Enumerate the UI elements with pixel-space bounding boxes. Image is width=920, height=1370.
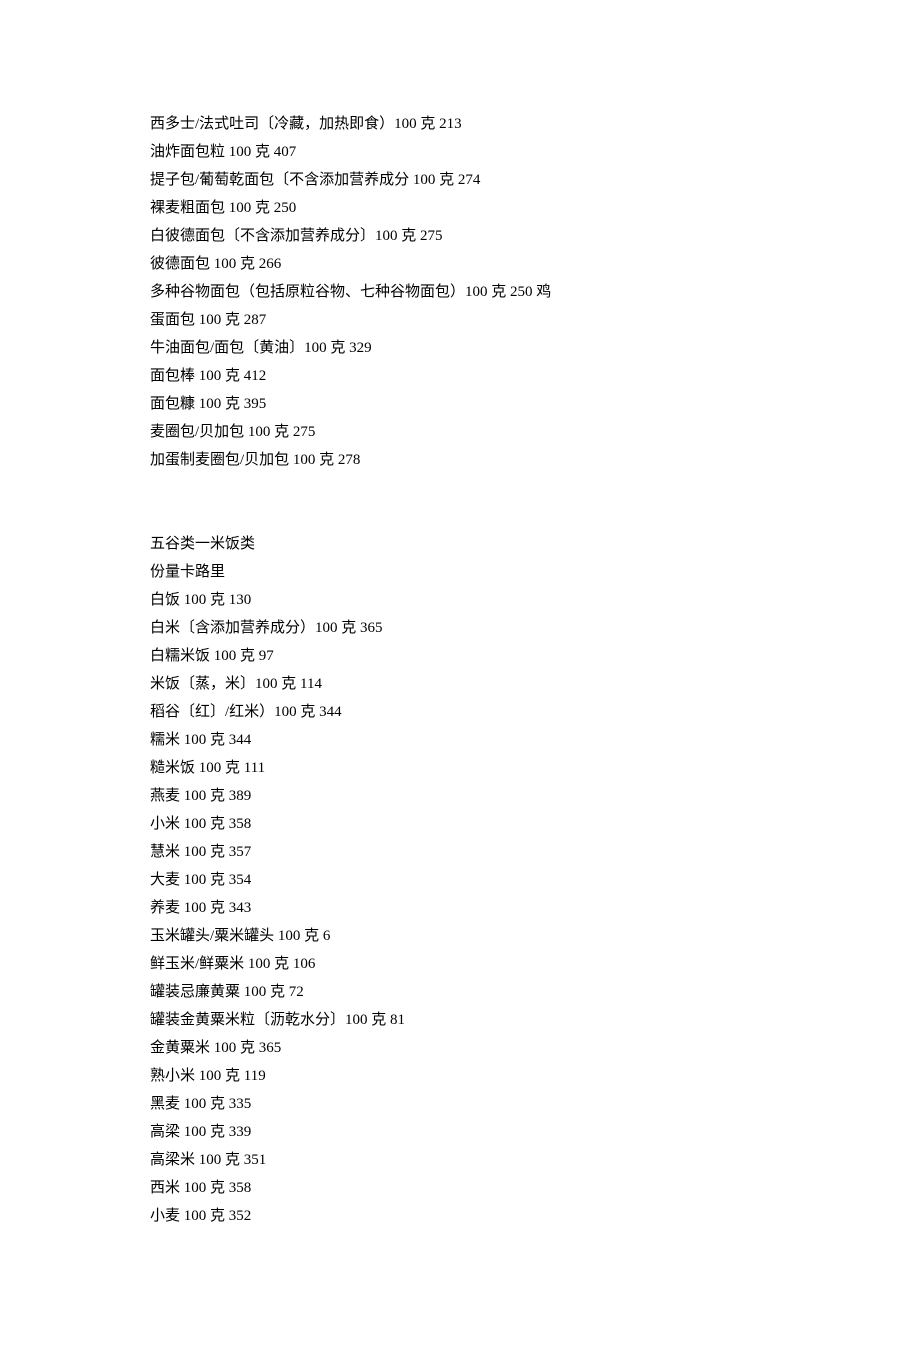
blank-line	[150, 474, 770, 502]
food-entry: 燕麦 100 克 389	[150, 782, 770, 810]
food-entry: 白饭 100 克 130	[150, 586, 770, 614]
food-entry: 稻谷〔红〕/红米）100 克 344	[150, 698, 770, 726]
section-bread-continued: 西多士/法式吐司〔冷藏，加热即食）100 克 213 油炸面包粒 100 克 4…	[150, 110, 770, 474]
food-entry: 金黄粟米 100 克 365	[150, 1034, 770, 1062]
food-entry: 白米〔含添加营养成分）100 克 365	[150, 614, 770, 642]
food-entry: 慧米 100 克 357	[150, 838, 770, 866]
food-entry: 糯米 100 克 344	[150, 726, 770, 754]
section-heading: 五谷类一米饭类	[150, 530, 770, 558]
food-entry: 面包糠 100 克 395	[150, 390, 770, 418]
food-entry: 熟小米 100 克 119	[150, 1062, 770, 1090]
food-entry: 高梁米 100 克 351	[150, 1146, 770, 1174]
food-entry: 小麦 100 克 352	[150, 1202, 770, 1230]
blank-line	[150, 502, 770, 530]
food-entry: 白彼德面包〔不含添加营养成分〕100 克 275	[150, 222, 770, 250]
food-entry: 面包棒 100 克 412	[150, 362, 770, 390]
food-entry: 罐装金黄粟米粒〔沥乾水分〕100 克 81	[150, 1006, 770, 1034]
food-entry: 蛋面包 100 克 287	[150, 306, 770, 334]
food-entry: 糙米饭 100 克 111	[150, 754, 770, 782]
document-body: 西多士/法式吐司〔冷藏，加热即食）100 克 213 油炸面包粒 100 克 4…	[150, 110, 770, 1230]
food-entry: 多种谷物面包（包括原粒谷物、七种谷物面包）100 克 250 鸡	[150, 278, 770, 306]
column-header: 份量卡路里	[150, 558, 770, 586]
food-entry: 高梁 100 克 339	[150, 1118, 770, 1146]
food-entry: 麦圈包/贝加包 100 克 275	[150, 418, 770, 446]
food-entry: 白糯米饭 100 克 97	[150, 642, 770, 670]
food-entry: 大麦 100 克 354	[150, 866, 770, 894]
food-entry: 裸麦粗面包 100 克 250	[150, 194, 770, 222]
food-entry: 小米 100 克 358	[150, 810, 770, 838]
food-entry: 加蛋制麦圈包/贝加包 100 克 278	[150, 446, 770, 474]
food-entry: 养麦 100 克 343	[150, 894, 770, 922]
food-entry: 米饭〔蒸，米〕100 克 114	[150, 670, 770, 698]
food-entry: 鲜玉米/鲜粟米 100 克 106	[150, 950, 770, 978]
food-entry: 罐装忌廉黄粟 100 克 72	[150, 978, 770, 1006]
food-entry: 牛油面包/面包〔黄油〕100 克 329	[150, 334, 770, 362]
food-entry: 西米 100 克 358	[150, 1174, 770, 1202]
food-entry: 油炸面包粒 100 克 407	[150, 138, 770, 166]
section-rice: 五谷类一米饭类 份量卡路里 白饭 100 克 130 白米〔含添加营养成分）10…	[150, 530, 770, 1230]
food-entry: 西多士/法式吐司〔冷藏，加热即食）100 克 213	[150, 110, 770, 138]
food-entry: 彼德面包 100 克 266	[150, 250, 770, 278]
food-entry: 玉米罐头/粟米罐头 100 克 6	[150, 922, 770, 950]
food-entry: 提子包/葡萄乾面包〔不含添加营养成分 100 克 274	[150, 166, 770, 194]
food-entry: 黑麦 100 克 335	[150, 1090, 770, 1118]
